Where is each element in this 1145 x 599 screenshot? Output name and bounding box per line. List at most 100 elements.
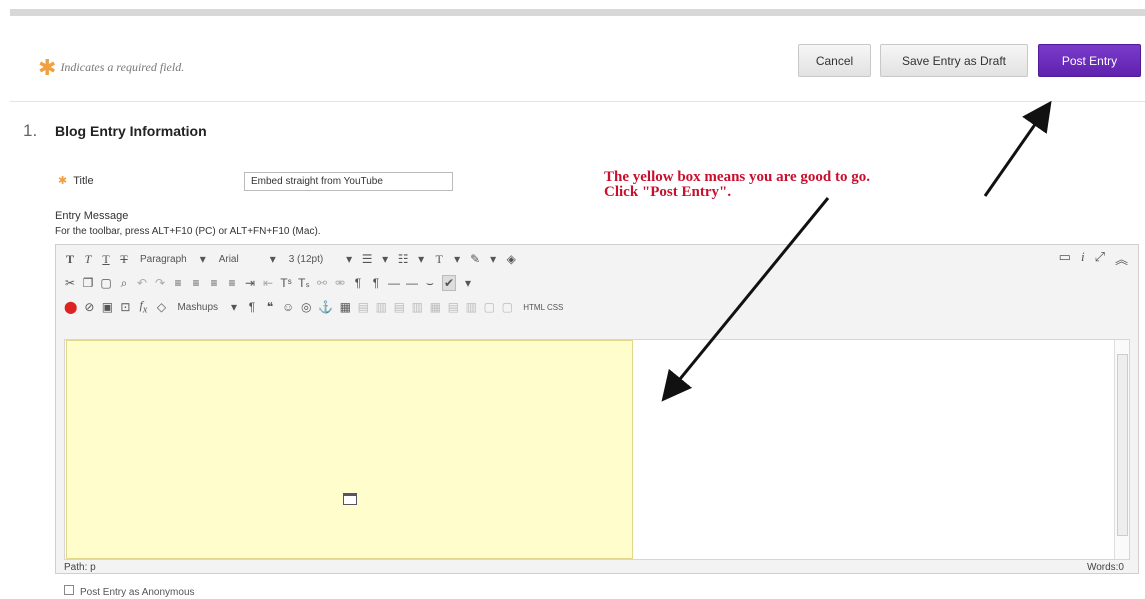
align-left-icon[interactable]: ≡ [172,276,184,290]
embed-icon [343,493,357,505]
align-justify-icon[interactable]: ≡ [226,276,238,290]
chevron-down-icon[interactable]: ▾ [228,300,240,314]
arrow-to-post-button [983,100,1052,197]
collapse-toolbar-icon[interactable]: ︽ [1115,249,1128,268]
toolbar-row-2: ✂ ❐ ▢ ⌕ ↶ ↷ ≡ ≡ ≡ ≡ ⇥ ⇤ Tˢ Tₛ ⚯ ⚮ ¶ ¶ — … [64,273,474,293]
mashups-icon[interactable]: ◇ [155,300,167,314]
title-input[interactable] [244,172,453,191]
title-label-text: Title [73,175,94,187]
mashups-select[interactable]: Mashups [177,302,218,313]
text-color-icon[interactable]: T [433,252,445,267]
ltr-icon[interactable]: ¶ [352,276,364,290]
highlight-pen-icon[interactable]: ✎ [469,252,481,266]
chevron-down-icon[interactable]: ▾ [462,276,474,290]
font-select[interactable]: Arial [219,254,239,265]
line-icon[interactable]: — [406,276,418,290]
embedded-video-placeholder[interactable] [66,340,633,559]
paste-icon[interactable]: ▢ [100,276,112,290]
chevron-down-icon[interactable]: ▾ [197,252,209,266]
numbered-list-icon[interactable]: ☷ [397,252,409,266]
annotation-callout: The yellow box means you are good to go.… [604,170,870,200]
scroll-thumb[interactable] [1117,354,1128,536]
table-props-icon[interactable]: ▤ [447,300,459,314]
link-icon[interactable]: ⚯ [316,276,328,290]
required-field-note: ✱ Indicates a required field. [38,51,185,80]
toolbar-row-1: T T T T Paragraph ▾ Arial ▾ 3 (12pt) ▾ ☰… [64,249,517,269]
horizontal-rule-icon[interactable]: — [388,276,400,290]
chevron-down-icon[interactable]: ▾ [343,252,355,266]
chevron-down-icon[interactable]: ▾ [267,252,279,266]
anonymous-checkbox[interactable] [64,585,74,595]
copy-icon[interactable]: ❐ [82,276,94,290]
required-note-text: Indicates a required field. [60,60,185,74]
align-center-icon[interactable]: ≡ [190,276,202,290]
fullscreen-icon[interactable]: ⤢ [1095,249,1105,268]
table-row-icon[interactable]: ▤ [357,300,369,314]
rich-text-editor: T T T T Paragraph ▾ Arial ▾ 3 (12pt) ▾ ☰… [55,244,1139,574]
chevron-down-icon[interactable]: ▾ [487,252,499,266]
nonbreaking-space-icon[interactable]: ⌣ [424,276,436,291]
chevron-down-icon[interactable]: ▾ [415,252,427,266]
bullet-list-icon[interactable]: ☰ [361,252,373,266]
redo-icon[interactable]: ↷ [154,276,166,290]
emoticon-icon[interactable]: ☺ [282,300,294,314]
subscript-icon[interactable]: Tₛ [298,276,310,290]
unlink-icon[interactable]: ⚮ [334,276,346,290]
top-stripe [10,9,1145,16]
cut-icon[interactable]: ✂ [64,276,76,290]
editor-content-area[interactable] [64,339,1130,560]
special-character-icon[interactable]: ◎ [300,300,312,314]
post-entry-button[interactable]: Post Entry [1038,44,1141,77]
underline-icon[interactable]: T [100,252,112,267]
editor-path: Path: p [64,562,96,573]
font-size-select[interactable]: 3 (12pt) [289,254,323,265]
blockquote-icon[interactable]: ❝ [264,300,276,314]
table-split-icon[interactable]: ▥ [411,300,423,314]
anonymous-label: Post Entry as Anonymous [80,587,195,598]
strikethrough-icon[interactable]: T [118,252,130,267]
preview-icon[interactable]: ▭ [1059,249,1071,268]
outdent-icon[interactable]: ⇤ [262,276,274,290]
media-icon[interactable]: ⊡ [119,300,131,314]
html-css-button[interactable]: HTML CSS [523,303,563,312]
required-star-icon: ✱ [58,175,68,187]
table-icon[interactable]: ▦ [339,300,351,314]
table-col-icon[interactable]: ▥ [375,300,387,314]
paragraph-mark-icon[interactable]: ¶ [246,300,258,314]
record-icon[interactable]: ⬤ [64,300,77,314]
spellcheck-icon[interactable]: ✔ [442,275,456,291]
cancel-button[interactable]: Cancel [798,44,871,77]
table-delete-icon[interactable]: ▦ [429,300,441,314]
anonymous-option[interactable]: Post Entry as Anonymous [64,585,195,598]
attach-file-icon[interactable]: ⊘ [83,300,95,314]
annotation-line-2: Click "Post Entry". [604,184,732,200]
eraser-icon[interactable]: ◈ [505,252,517,266]
info-icon[interactable]: i [1081,249,1085,268]
formula-icon[interactable]: fx [137,298,149,315]
title-field-label: ✱ Title [58,174,94,187]
top-bar [0,0,1145,18]
table-tool-icon[interactable]: ▢ [483,300,495,314]
paragraph-select[interactable]: Paragraph [140,254,187,265]
save-draft-button[interactable]: Save Entry as Draft [880,44,1028,77]
editor-scrollbar[interactable] [1114,340,1129,559]
rtl-icon[interactable]: ¶ [370,276,382,290]
toolbar-right: ▭ i ⤢ ︽ [1059,249,1128,268]
table-tool-icon[interactable]: ▢ [501,300,513,314]
find-icon[interactable]: ⌕ [118,276,130,291]
image-icon[interactable]: ▣ [101,300,113,314]
chevron-down-icon[interactable]: ▾ [379,252,391,266]
table-merge-icon[interactable]: ▤ [393,300,405,314]
header-divider [10,101,1145,102]
cell-props-icon[interactable]: ▥ [465,300,477,314]
word-count: Words:0 [1086,562,1124,573]
required-star-icon: ✱ [38,55,57,80]
align-right-icon[interactable]: ≡ [208,276,220,290]
superscript-icon[interactable]: Tˢ [280,276,292,290]
anchor-icon[interactable]: ⚓ [318,300,333,314]
undo-icon[interactable]: ↶ [136,276,148,290]
italic-icon[interactable]: T [82,252,94,267]
text-format-icon[interactable]: T [64,252,76,267]
chevron-down-icon[interactable]: ▾ [451,252,463,266]
indent-icon[interactable]: ⇥ [244,276,256,290]
